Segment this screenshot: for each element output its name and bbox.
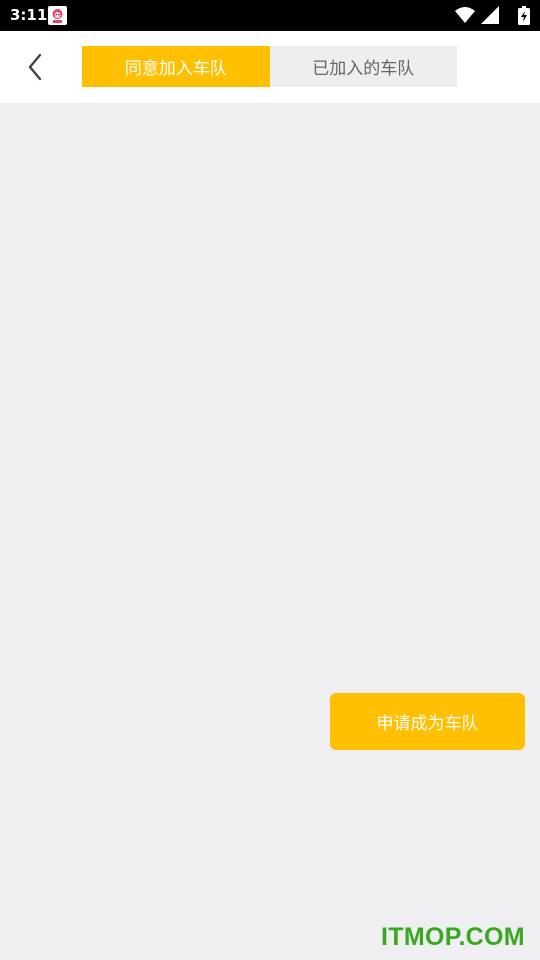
header: 同意加入车队 已加入的车队 <box>0 31 540 103</box>
screen: 3:11 同意加入车队 已加入的车队 申请成为车队 ITMOP.COM <box>0 0 540 960</box>
app-notification-icon <box>48 6 67 25</box>
tab-bar: 同意加入车队 已加入的车队 <box>82 46 457 87</box>
wifi-icon <box>455 7 475 23</box>
chevron-left-icon <box>28 53 42 81</box>
tab-joined-teams[interactable]: 已加入的车队 <box>269 46 457 87</box>
back-button[interactable] <box>18 47 52 87</box>
battery-charging-icon <box>518 6 530 25</box>
watermark: ITMOP.COM <box>381 923 525 951</box>
tab-agreed-to-join[interactable]: 同意加入车队 <box>82 46 270 87</box>
status-bar: 3:11 <box>0 0 540 31</box>
cellular-signal-icon <box>481 6 499 24</box>
apply-team-button[interactable]: 申请成为车队 <box>330 693 525 750</box>
status-time: 3:11 <box>10 6 48 24</box>
